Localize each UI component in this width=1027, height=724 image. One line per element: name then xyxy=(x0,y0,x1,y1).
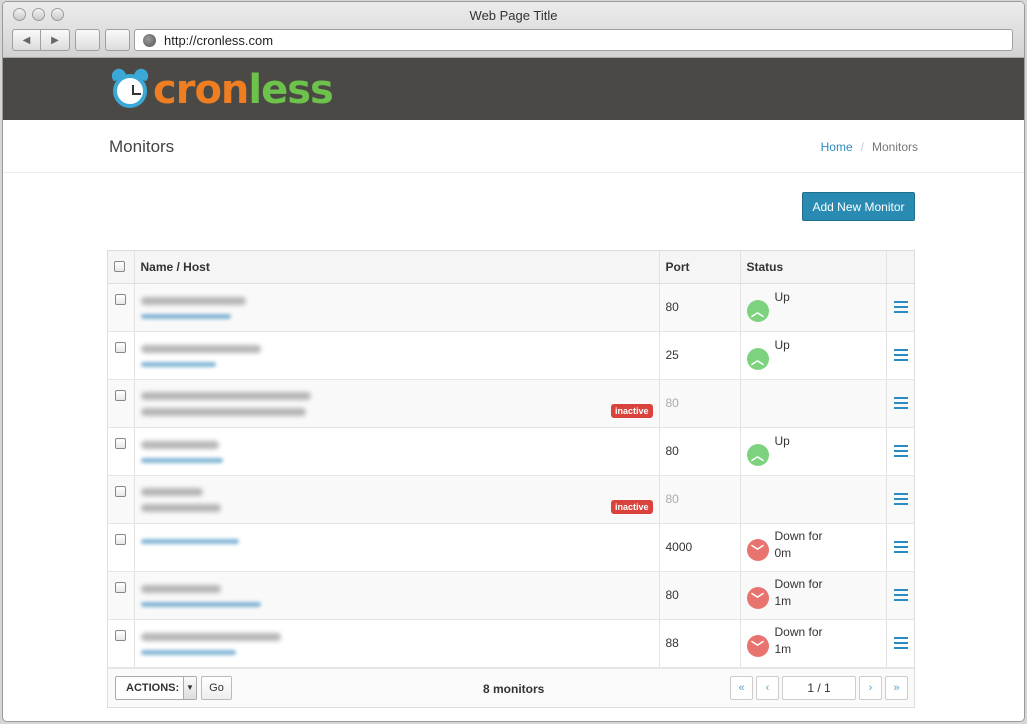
status-down-icon: ﹀ xyxy=(746,635,769,657)
monitor-status: ﹀ Down for 1m xyxy=(740,571,887,620)
alarm-clock-icon xyxy=(109,66,151,111)
bulk-actions: ACTIONS: ▼ Go xyxy=(115,675,232,700)
status-up-icon: ︿ xyxy=(746,299,769,322)
address-bar[interactable]: http://cronless.com xyxy=(134,29,1013,51)
monitor-port: 25 xyxy=(659,331,741,380)
inactive-badge: inactive xyxy=(610,499,653,514)
table-row: 80 ︿ Up xyxy=(108,427,915,476)
browser-action-button-2[interactable] xyxy=(105,29,130,51)
table-row: 88 ﹀ Down for 1m xyxy=(108,619,915,668)
row-checkbox[interactable] xyxy=(115,293,126,305)
select-all-checkbox[interactable] xyxy=(114,260,125,272)
breadcrumb-current: Monitors xyxy=(871,140,918,154)
forward-button[interactable]: ▶ xyxy=(41,29,70,51)
monitor-status: ﹀ Down for 1m xyxy=(740,619,887,668)
monitor-port: 88 xyxy=(659,619,741,668)
monitor-port: 80 xyxy=(659,571,741,620)
row-menu-icon[interactable] xyxy=(893,301,915,313)
table-row: inactive 80 xyxy=(108,379,915,428)
table-row: inactive 80 xyxy=(108,475,915,524)
monitor-port: 80 xyxy=(659,475,741,524)
header-status[interactable]: Status xyxy=(740,251,887,284)
monitor-name-host[interactable] xyxy=(134,619,660,668)
site-header: cronless xyxy=(3,58,1024,120)
back-arrow-icon: ◀ xyxy=(22,34,31,46)
cronless-logo[interactable]: cronless xyxy=(109,66,334,113)
logo-text: cronless xyxy=(153,67,334,113)
table-header-row: Name / Host Port Status xyxy=(108,251,914,284)
table-footer: ACTIONS: ▼ Go 8 monitors « ‹ 1 / 1 › » xyxy=(108,667,914,707)
monitor-status: ﹀ Down for 0m xyxy=(740,523,887,572)
last-page-button[interactable]: » xyxy=(885,675,908,700)
add-new-monitor-button[interactable]: Add New Monitor xyxy=(802,192,915,221)
browser-titlebar: Web Page Title ◀ ▶ http://cronless.com xyxy=(3,2,1024,58)
inactive-badge: inactive xyxy=(610,403,653,418)
status-up-icon: ︿ xyxy=(746,347,769,370)
breadcrumb: Home / Monitors xyxy=(821,140,918,154)
prev-page-button[interactable]: ‹ xyxy=(756,675,779,700)
next-page-button[interactable]: › xyxy=(859,675,882,700)
row-menu-icon[interactable] xyxy=(893,349,915,361)
globe-icon xyxy=(143,33,156,47)
status-down-icon: ﹀ xyxy=(746,539,769,561)
table-row: 4000 ﹀ Down for 0m xyxy=(108,523,915,572)
page-indicator[interactable]: 1 / 1 xyxy=(782,675,856,700)
breadcrumb-home-link[interactable]: Home xyxy=(821,140,853,154)
row-checkbox[interactable] xyxy=(115,485,126,497)
table-row: 80 ︿ Up xyxy=(108,283,915,332)
back-button[interactable]: ◀ xyxy=(12,29,41,51)
monitor-status: ︿ Up xyxy=(740,427,887,476)
monitor-name-host[interactable]: inactive xyxy=(134,475,660,524)
row-menu-icon[interactable] xyxy=(893,445,915,457)
monitor-name-host[interactable] xyxy=(134,427,660,476)
header-port[interactable]: Port xyxy=(659,251,741,284)
monitor-name-host[interactable] xyxy=(134,571,660,620)
url-text: http://cronless.com xyxy=(164,32,274,48)
header-name-host[interactable]: Name / Host xyxy=(134,251,660,284)
monitor-port: 4000 xyxy=(659,523,741,572)
row-menu-icon[interactable] xyxy=(893,637,915,649)
row-menu-icon[interactable] xyxy=(893,493,915,505)
forward-arrow-icon: ▶ xyxy=(51,34,59,46)
monitor-status: ︿ Up xyxy=(740,283,887,332)
status-up-icon: ︿ xyxy=(746,443,769,466)
monitor-status xyxy=(740,379,887,428)
browser-action-button-1[interactable] xyxy=(75,29,100,51)
row-checkbox[interactable] xyxy=(115,341,126,353)
monitor-status xyxy=(740,475,887,524)
row-checkbox[interactable] xyxy=(115,437,126,449)
table-row: 25 ︿ Up xyxy=(108,331,915,380)
monitor-port: 80 xyxy=(659,379,741,428)
browser-nav: ◀ ▶ xyxy=(12,29,130,51)
pagination: « ‹ 1 / 1 › » xyxy=(730,675,908,700)
breadcrumb-separator: / xyxy=(860,140,864,154)
row-checkbox[interactable] xyxy=(115,389,126,401)
row-menu-icon[interactable] xyxy=(893,397,915,409)
row-checkbox[interactable] xyxy=(115,581,126,593)
monitors-table: Name / Host Port Status 80 ︿ Up 25 ︿ Up … xyxy=(107,250,915,708)
page-title: Monitors xyxy=(109,137,175,156)
status-down-icon: ﹀ xyxy=(746,587,769,609)
first-page-button[interactable]: « xyxy=(730,675,753,700)
header-actions xyxy=(886,251,914,284)
monitor-status: ︿ Up xyxy=(740,331,887,380)
row-checkbox[interactable] xyxy=(115,533,126,545)
page-heading: Monitors Home / Monitors xyxy=(3,120,1024,173)
monitor-port: 80 xyxy=(659,427,741,476)
window-title: Web Page Title xyxy=(469,8,558,23)
go-button[interactable]: Go xyxy=(201,675,232,700)
row-menu-icon[interactable] xyxy=(893,541,915,553)
monitor-name-host[interactable] xyxy=(134,283,660,332)
monitor-name-host[interactable] xyxy=(134,331,660,380)
monitor-port: 80 xyxy=(659,283,741,332)
actions-dropdown[interactable]: ACTIONS: ▼ xyxy=(115,675,197,700)
row-menu-icon[interactable] xyxy=(893,589,915,601)
row-checkbox[interactable] xyxy=(115,629,126,641)
table-row: 80 ﹀ Down for 1m xyxy=(108,571,915,620)
chevron-down-icon: ▼ xyxy=(183,676,196,699)
monitor-count: 8 monitors xyxy=(483,681,545,696)
monitor-name-host[interactable]: inactive xyxy=(134,379,660,428)
monitor-name-host[interactable] xyxy=(134,523,660,572)
